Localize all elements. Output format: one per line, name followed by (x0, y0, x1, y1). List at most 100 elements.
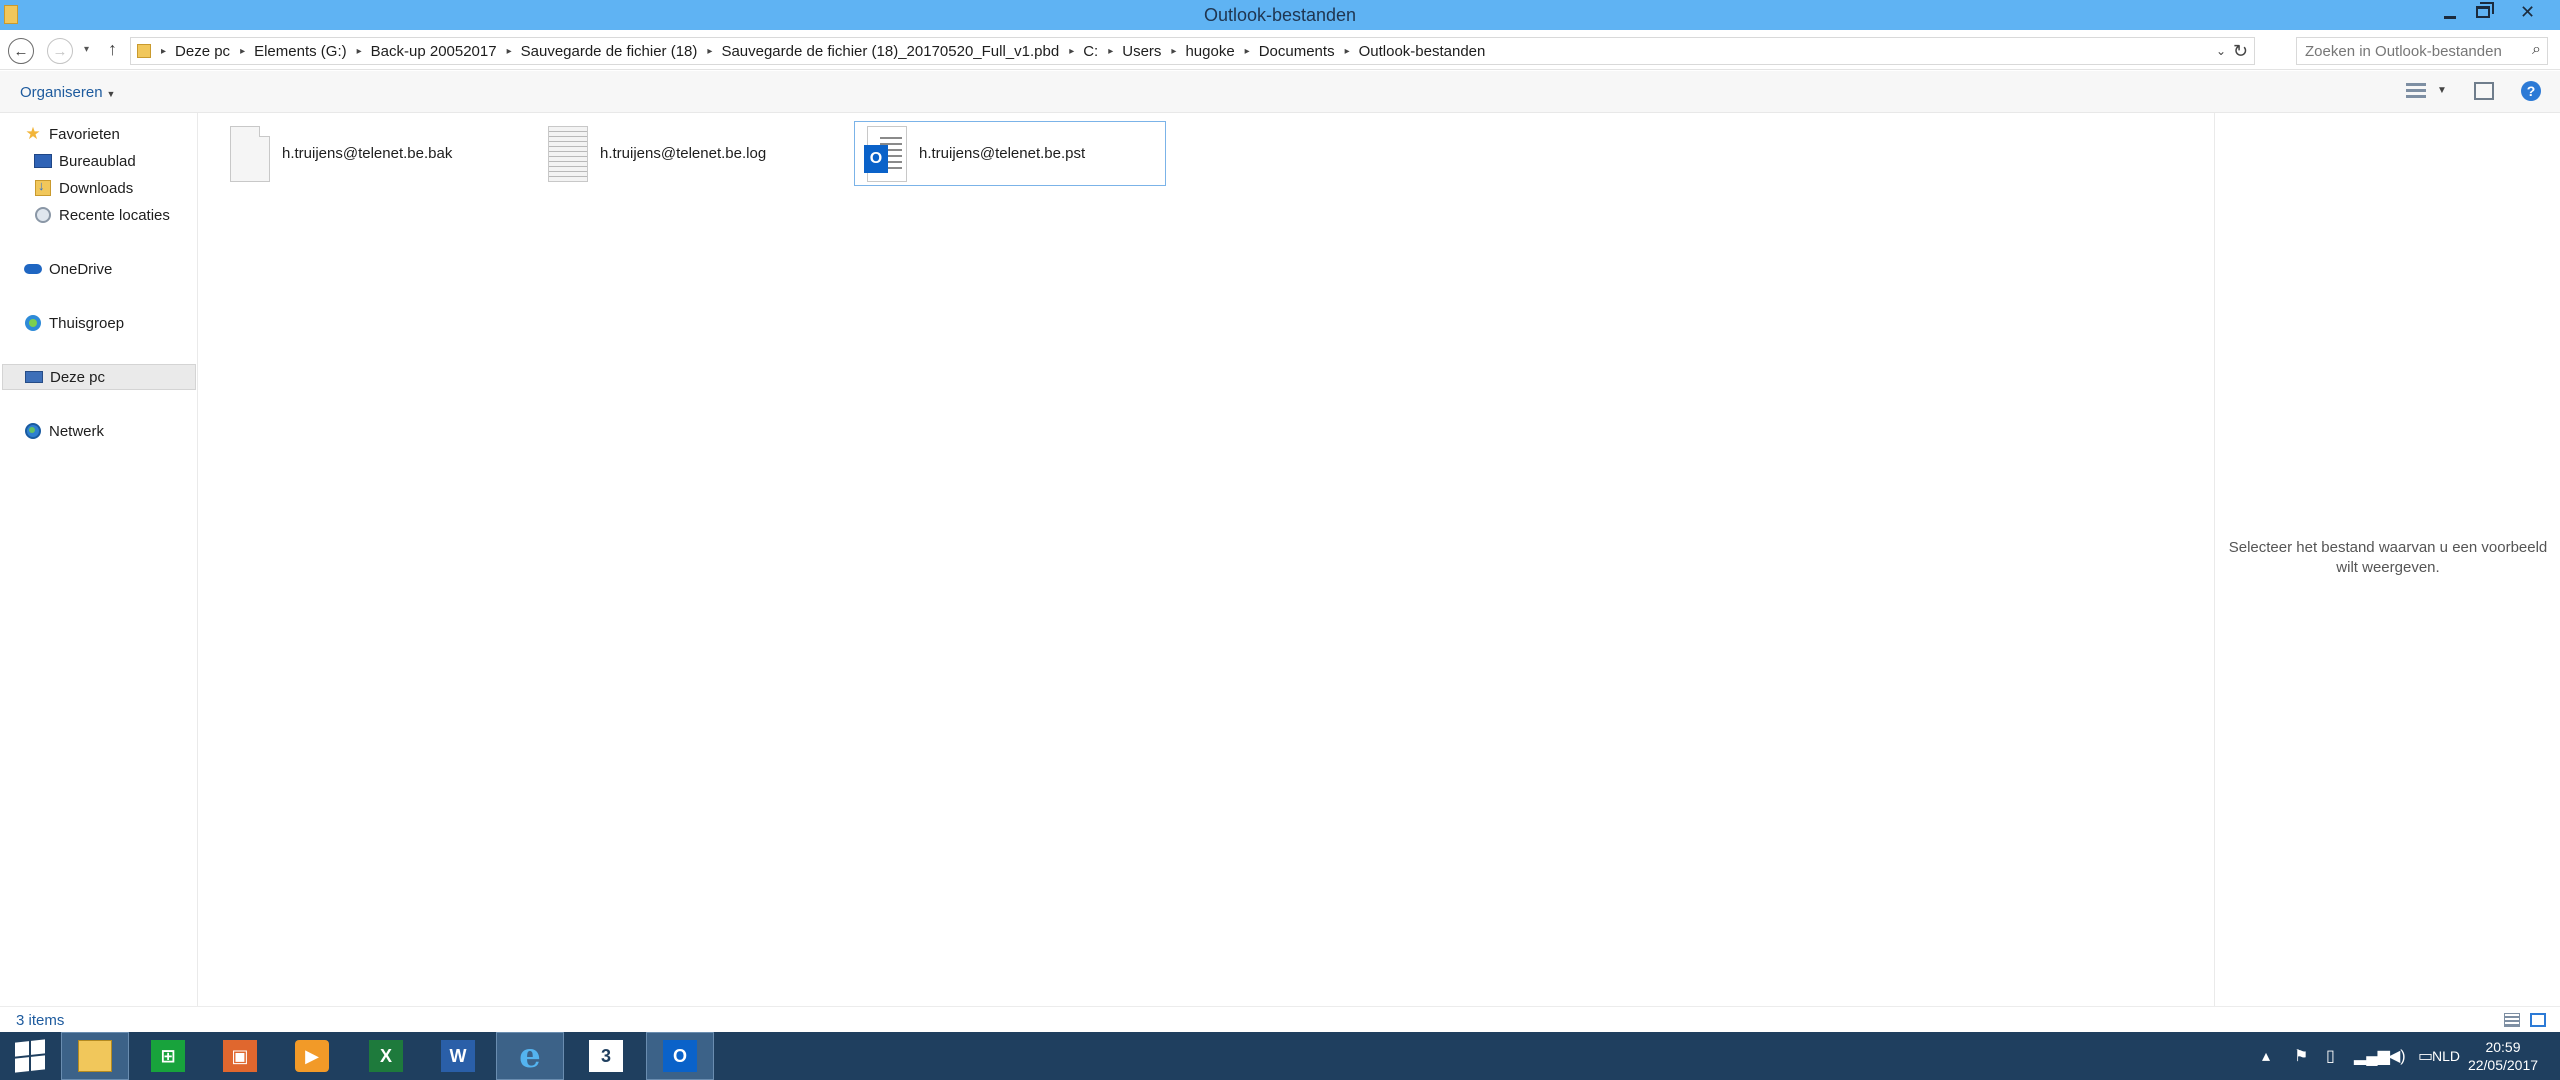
volume-icon[interactable]: ◀) (2388, 1032, 2406, 1080)
breadcrumb-label[interactable]: Sauvegarde de fichier (18) (521, 43, 698, 60)
file-item-bak[interactable]: h.truijens@telenet.be.bak (218, 121, 530, 186)
breadcrumb-item[interactable]: ▸ Deze pc (151, 43, 230, 60)
breadcrumb-label[interactable]: Documents (1259, 43, 1335, 60)
command-bar: Organiseren ▼ ▼ ? (0, 71, 2560, 113)
restore-icon (2476, 2, 2494, 18)
breadcrumb-item[interactable]: ▸ Sauvegarde de fichier (18) (497, 43, 698, 60)
calendar-icon: 3 (589, 1040, 623, 1072)
breadcrumb-label[interactable]: Sauvegarde de fichier (18)_20170520_Full… (721, 43, 1059, 60)
caret-down-icon: ▼ (106, 89, 116, 99)
file-name: h.truijens@telenet.be.log (600, 145, 767, 162)
nav-favorites[interactable]: ★ Favorieten (24, 121, 194, 147)
taskbar-outlook[interactable]: O (646, 1032, 714, 1080)
nav-label: Favorieten (49, 125, 120, 143)
breadcrumb-item[interactable]: ▸ C: (1059, 43, 1098, 60)
chevron-right-icon[interactable]: ▸ (1108, 46, 1113, 57)
breadcrumb-item[interactable]: ▸ Elements (G:) (230, 43, 347, 60)
search-input[interactable]: Zoeken in Outlook-bestanden ⌕ (2296, 37, 2548, 65)
generic-file-icon (230, 125, 270, 182)
breadcrumb-label[interactable]: hugoke (1185, 43, 1234, 60)
refresh-icon: ↻ (2232, 41, 2248, 61)
taskbar-app[interactable]: ▣ (206, 1032, 274, 1080)
outlook-icon: O (864, 144, 888, 173)
details-view-icon[interactable] (2504, 1013, 2520, 1027)
breadcrumb-label[interactable]: Outlook-bestanden (1359, 43, 1486, 60)
file-item-log[interactable]: h.truijens@telenet.be.log (536, 121, 848, 186)
taskbar-excel[interactable]: X (352, 1032, 420, 1080)
folder-icon[interactable] (4, 5, 18, 24)
taskbar-store[interactable]: ⊞ (134, 1032, 202, 1080)
network-signal-icon[interactable]: ▂▄▆ (2354, 1032, 2390, 1080)
chevron-right-icon[interactable]: ▸ (1345, 46, 1350, 57)
nav-network[interactable]: Netwerk (24, 418, 194, 444)
nav-downloads[interactable]: Downloads (34, 175, 194, 201)
chevron-right-icon[interactable]: ▸ (507, 46, 512, 57)
power-icon[interactable]: ▯ (2326, 1032, 2335, 1080)
taskbar-word[interactable]: W (424, 1032, 492, 1080)
forward-button[interactable]: → (47, 38, 73, 64)
file-item-pst[interactable]: O h.truijens@telenet.be.pst (854, 121, 1166, 186)
up-button[interactable]: ↑ (108, 39, 117, 60)
nav-label: Netwerk (49, 422, 105, 440)
restore-button[interactable] (2463, 0, 2503, 24)
address-bar[interactable]: ▸ Deze pc ▸ Elements (G:) ▸ Back-up 2005201… (130, 37, 2255, 65)
breadcrumb-item[interactable]: ▸ Sauvegarde de fichier (18)_20170520_Ful… (697, 43, 1059, 60)
breadcrumb-item[interactable]: ▸ Users (1098, 43, 1161, 60)
clock-date: 22/05/2017 (2467, 1057, 2539, 1073)
chevron-right-icon[interactable]: ▸ (707, 46, 712, 57)
chevron-right-icon[interactable]: ▸ (161, 46, 166, 57)
breadcrumb-item[interactable]: ▸ Back-up 20052017 (347, 43, 497, 60)
organize-label: Organiseren (20, 84, 103, 101)
title-bar: Outlook-bestanden ✕ (0, 0, 2560, 30)
nav-this-pc[interactable]: Deze pc (2, 364, 196, 390)
cloud-icon (24, 264, 42, 274)
breadcrumb-label[interactable]: C: (1083, 43, 1098, 60)
address-history-dropdown[interactable]: ⌄ (2216, 44, 2226, 58)
chevron-right-icon[interactable]: ▸ (357, 46, 362, 57)
show-hidden-icons-button[interactable]: ▴ (2262, 1032, 2270, 1080)
nav-onedrive[interactable]: OneDrive (24, 256, 194, 282)
file-name: h.truijens@telenet.be.pst (919, 145, 1086, 162)
media-player-icon: ▶ (295, 1040, 329, 1072)
chevron-right-icon[interactable]: ▸ (1171, 46, 1176, 57)
breadcrumb-label[interactable]: Elements (G:) (254, 43, 347, 60)
back-button[interactable]: ← (8, 38, 34, 64)
recent-locations-dropdown[interactable]: ▾ (84, 44, 89, 55)
recent-places-icon (35, 207, 51, 223)
chevron-up-icon: ▴ (2262, 1048, 2271, 1065)
large-icons-view-icon[interactable] (2530, 1013, 2546, 1027)
help-icon[interactable]: ? (2521, 81, 2541, 101)
breadcrumb-label[interactable]: Users (1122, 43, 1161, 60)
breadcrumb-item[interactable]: ▸ Outlook-bestanden (1335, 43, 1486, 60)
action-center-icon[interactable]: ⚑ (2294, 1032, 2308, 1080)
search-placeholder: Zoeken in Outlook-bestanden (2305, 42, 2502, 60)
nav-recent-places[interactable]: Recente locaties (34, 202, 194, 228)
nav-desktop[interactable]: Bureaublad (34, 148, 194, 174)
chevron-right-icon[interactable]: ▸ (240, 46, 245, 57)
start-button[interactable] (0, 1032, 60, 1080)
chevron-right-icon[interactable]: ▸ (1069, 46, 1074, 57)
preview-pane-toggle-icon[interactable] (2474, 82, 2494, 100)
view-options-dropdown[interactable]: ▼ (2437, 85, 2447, 96)
presentation-app-icon: ▣ (223, 1040, 257, 1072)
taskbar-file-explorer[interactable] (61, 1032, 129, 1080)
taskbar-calendar[interactable]: 3 (572, 1032, 640, 1080)
refresh-button[interactable]: ↻ (2233, 41, 2248, 62)
organize-menu-button[interactable]: Organiseren ▼ (20, 84, 115, 101)
file-name: h.truijens@telenet.be.bak (282, 145, 453, 162)
nav-label: Downloads (59, 179, 134, 197)
taskbar-clock[interactable]: 20:59 22/05/2017 (2450, 1038, 2556, 1074)
nav-homegroup[interactable]: Thuisgroep (24, 310, 194, 336)
taskbar-media-player[interactable]: ▶ (278, 1032, 346, 1080)
taskbar-internet-explorer[interactable]: e (496, 1032, 564, 1080)
breadcrumb-label[interactable]: Back-up 20052017 (371, 43, 497, 60)
breadcrumb-item[interactable]: ▸ Documents (1235, 43, 1335, 60)
close-button[interactable]: ✕ (2500, 0, 2555, 24)
change-view-icon[interactable] (2406, 83, 2426, 99)
breadcrumb-label[interactable]: Deze pc (175, 43, 230, 60)
chevron-right-icon[interactable]: ▸ (1245, 46, 1250, 57)
search-icon[interactable]: ⌕ (2532, 41, 2541, 59)
keyboard-icon[interactable]: ▭ (2418, 1032, 2433, 1080)
nav-label: Thuisgroep (49, 314, 125, 332)
breadcrumb-item[interactable]: ▸ hugoke (1161, 43, 1234, 60)
